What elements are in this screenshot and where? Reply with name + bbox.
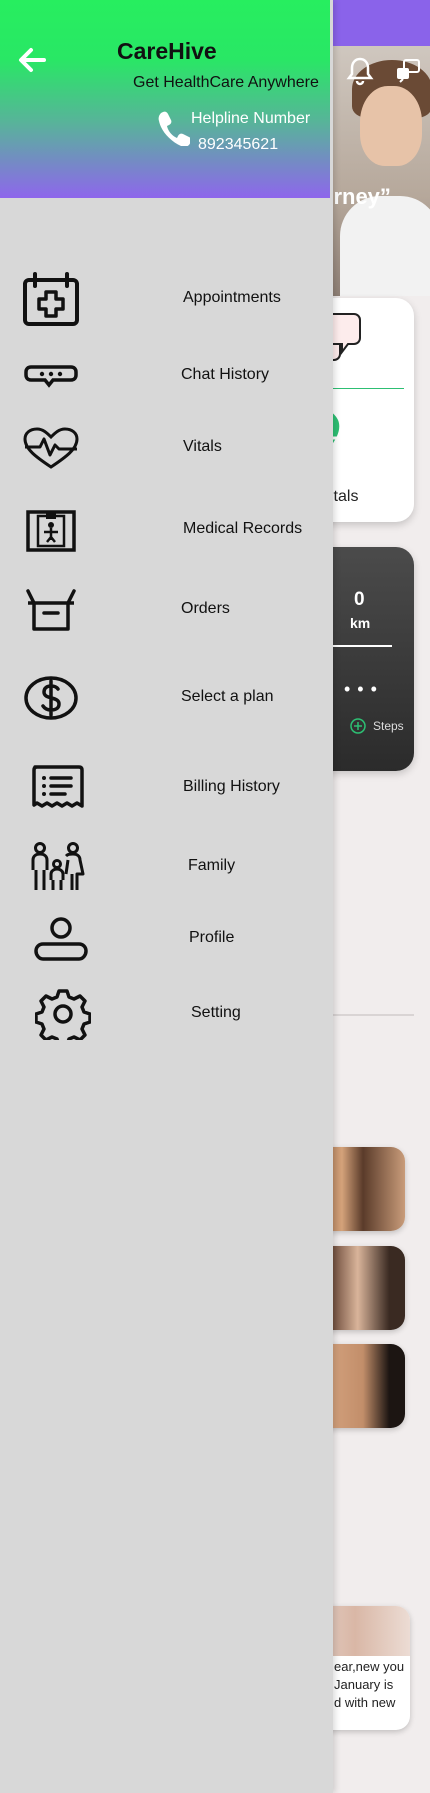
menu-label-billing-history: Billing History [183,778,280,795]
menu-item-medical-records[interactable]: Medical Records [0,499,330,561]
menu-item-chat-history[interactable]: Chat History [0,345,330,407]
back-arrow-icon[interactable] [16,46,46,74]
menu-label-medical-records: Medical Records [183,520,303,537]
gear-icon [32,983,94,1045]
box-icon [20,579,82,641]
menu-item-appointments[interactable]: Appointments [0,268,330,330]
menu-item-orders[interactable]: Orders [0,579,330,641]
bell-icon[interactable] [345,56,375,86]
steps-right-label: Steps [373,719,404,733]
blog-card-text: ear,new you January is d with new [334,1659,405,1710]
plus-circle-icon[interactable] [350,718,366,734]
navigation-drawer: CareHive Get HealthCare Anywhere Helplin… [0,0,333,1793]
phone-icon[interactable] [156,110,190,146]
vitals-card-label: itals [330,488,359,505]
menu-label-profile: Profile [189,929,235,946]
heartbeat-icon [20,417,82,479]
menu-item-select-a-plan[interactable]: Select a plan [0,667,330,729]
steps-distance-unit: km [350,615,371,631]
menu-item-setting[interactable]: Setting [0,983,330,1045]
helpline-number[interactable]: 892345621 [198,136,278,154]
menu-item-profile[interactable]: Profile [0,908,330,970]
menu-item-billing-history[interactable]: Billing History [0,757,330,819]
calendar-medical-icon [20,268,82,330]
medical-clipboard-icon [20,499,82,561]
drawer-header: CareHive Get HealthCare Anywhere Helplin… [0,0,330,198]
menu-label-family: Family [188,857,236,874]
dollar-icon [20,667,82,729]
steps-distance-value: 0 [354,589,365,610]
chat-dots-icon [20,345,82,407]
menu-item-family[interactable]: Family [0,836,330,898]
family-icon [26,836,88,898]
menu-label-orders: Orders [181,600,230,617]
menu-item-vitals[interactable]: Vitals [0,417,330,479]
progress-dots: • • • [344,679,378,699]
menu-label-vitals: Vitals [183,438,222,455]
user-icon [30,908,92,970]
menu-label-setting: Setting [191,1004,241,1021]
menu-label-appointments: Appointments [183,289,281,306]
translate-icon[interactable] [395,58,421,84]
helpline-label: Helpline Number [191,110,311,127]
menu-label-chat-history: Chat History [181,366,270,383]
app-tagline: Get HealthCare Anywhere [133,74,319,91]
menu-label-select-a-plan: Select a plan [181,688,274,705]
app-title: CareHive [117,38,217,64]
receipt-icon [26,757,88,819]
